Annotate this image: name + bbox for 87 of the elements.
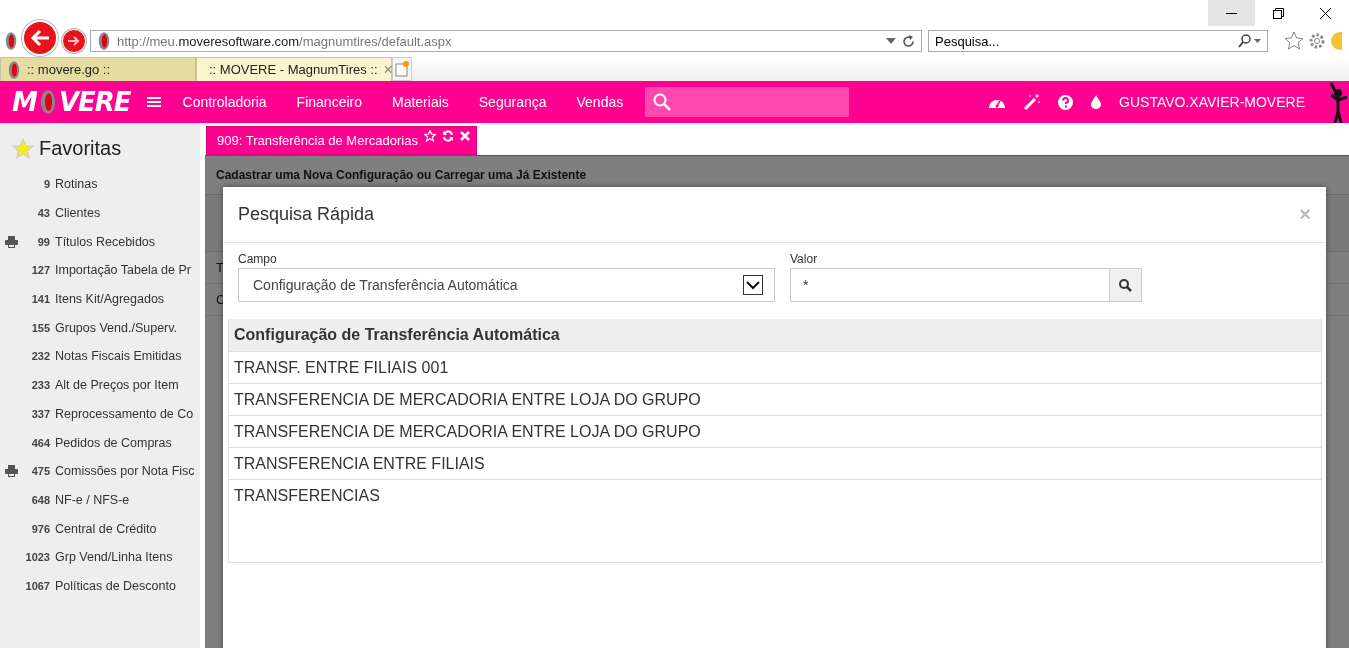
value-field[interactable]: * — [790, 268, 1110, 302]
search-field[interactable]: Pesquisa... — [928, 30, 1268, 52]
refresh-icon[interactable] — [902, 34, 915, 48]
result-row[interactable]: TRANSFERENCIAS — [229, 480, 1321, 511]
browser-logo-icon — [4, 30, 18, 52]
magic-wand-icon[interactable] — [1024, 94, 1041, 110]
item-number: 127 — [30, 264, 50, 277]
star-icon — [12, 137, 34, 160]
page-tab[interactable]: 909: Transferência de Mercadorias — [206, 126, 477, 155]
menu-icon[interactable] — [146, 96, 161, 108]
result-row[interactable]: TRANSFERENCIA ENTRE FILIAIS — [229, 448, 1321, 480]
sidebar-item[interactable]: NF-e / NFS-e — [55, 492, 130, 507]
item-number: 1067 — [24, 579, 50, 592]
drop-icon[interactable] — [1091, 95, 1102, 109]
search-button[interactable] — [1110, 268, 1142, 302]
menu-item[interactable]: Vendas — [576, 94, 624, 110]
sidebar-item[interactable]: Pedidos de Compras — [55, 435, 172, 450]
menu-item[interactable]: Segurança — [478, 94, 547, 110]
item-number: 141 — [30, 293, 50, 306]
field-label: Valor — [790, 252, 819, 266]
sidebar-item[interactable]: Clientes — [55, 206, 101, 221]
forward-button[interactable] — [62, 29, 86, 53]
settings-icon[interactable] — [1308, 32, 1326, 50]
item-number: 475 — [30, 465, 50, 478]
search-icon — [1119, 278, 1132, 292]
search-field[interactable] — [645, 87, 850, 117]
arrow-right-icon — [67, 35, 81, 47]
sidebar-item[interactable]: Políticas de Desconto — [55, 578, 176, 593]
new-page-icon — [395, 61, 409, 77]
star-icon[interactable] — [1284, 31, 1304, 51]
item-number: 99 — [36, 235, 50, 248]
new-tab-button[interactable] — [392, 57, 412, 81]
item-number: 464 — [30, 436, 50, 449]
item-number: 155 — [30, 321, 50, 334]
item-number: 9 — [42, 178, 50, 191]
sidebar-item[interactable]: Alt de Preços por Item — [55, 378, 179, 393]
search-icon[interactable] — [1238, 34, 1262, 48]
site-icon — [7, 58, 21, 81]
address-bar[interactable]: http://meu.moveresoftware.com/magnumtires/default.aspx — [90, 30, 922, 52]
help-icon[interactable] — [1058, 94, 1074, 110]
field-label: Campo — [238, 252, 278, 266]
minimize-icon — [1226, 12, 1237, 14]
sidebar-item[interactable]: Reprocessamento de Co — [55, 406, 194, 421]
close-icon — [1320, 7, 1331, 19]
section-heading: Cadastrar uma Nova Configuração ou Carregar uma Já Existente — [216, 168, 587, 182]
printer-icon[interactable] — [4, 235, 18, 248]
person-figure-icon[interactable] — [1327, 81, 1349, 123]
close-icon[interactable] — [459, 131, 470, 141]
search-icon — [653, 93, 672, 111]
chevron-down-icon — [743, 275, 763, 295]
column-header: Configuração de Transferência Automática — [229, 319, 1321, 352]
sidebar-item[interactable]: Grp Vend/Linha Itens — [55, 550, 173, 565]
item-number: 976 — [30, 522, 50, 535]
menu-item[interactable]: Materiais — [392, 94, 449, 110]
printer-icon[interactable] — [4, 465, 18, 478]
user-name[interactable]: GUSTAVO.XAVIER-MOVERE — [1119, 94, 1305, 110]
dialog-title: Pesquisa Rápida — [238, 204, 375, 225]
sidebar-item[interactable]: Títulos Recebidos — [55, 234, 156, 249]
arrow-left-icon — [30, 29, 50, 47]
sidebar-item[interactable]: Notas Fiscais Emitidas — [55, 349, 182, 364]
browser-tab[interactable]: :: MOVERE - MagnumTires :: × — [196, 57, 392, 81]
sidebar-item[interactable]: Central de Crédito — [55, 521, 157, 536]
menu-item[interactable]: Financeiro — [296, 94, 362, 110]
item-number: 232 — [30, 350, 50, 363]
sidebar-item[interactable]: Importação Tabela de Pr — [55, 263, 191, 278]
sidebar-title: Favoritas — [39, 137, 122, 160]
result-row[interactable]: TRANSFERENCIA DE MERCADORIA ENTRE LOJA DO GRUPO — [229, 384, 1321, 416]
site-icon — [97, 30, 111, 52]
browser-tab[interactable]: :: movere.go :: — [0, 57, 196, 81]
item-number: 43 — [36, 207, 50, 220]
item-number: 337 — [30, 407, 50, 420]
sidebar-item[interactable]: Itens Kit/Agregados — [55, 292, 165, 307]
field-dropdown[interactable]: Configuração de Transferência Automática — [238, 268, 775, 302]
result-row[interactable]: TRANSF. ENTRE FILIAIS 001 — [229, 352, 1321, 384]
sidebar-item[interactable]: Grupos Vend./Superv. — [55, 320, 178, 335]
menu-item[interactable]: Controladoria — [182, 94, 267, 110]
item-number: 1023 — [24, 551, 50, 564]
item-number: 648 — [30, 493, 50, 506]
sidebar-item[interactable]: Rotinas — [55, 177, 98, 192]
item-number: 233 — [30, 379, 50, 392]
back-button[interactable] — [22, 20, 58, 56]
restore-icon — [1273, 7, 1284, 19]
logo[interactable]: M VERE — [12, 87, 131, 117]
result-row[interactable]: TRANSFERENCIA DE MERCADORIA ENTRE LOJA DO GRUPO — [229, 416, 1321, 448]
sidebar-item[interactable]: Comissões por Nota Fisc — [55, 464, 195, 479]
field-label: T — [216, 260, 224, 275]
dropdown-icon[interactable] — [886, 38, 896, 44]
